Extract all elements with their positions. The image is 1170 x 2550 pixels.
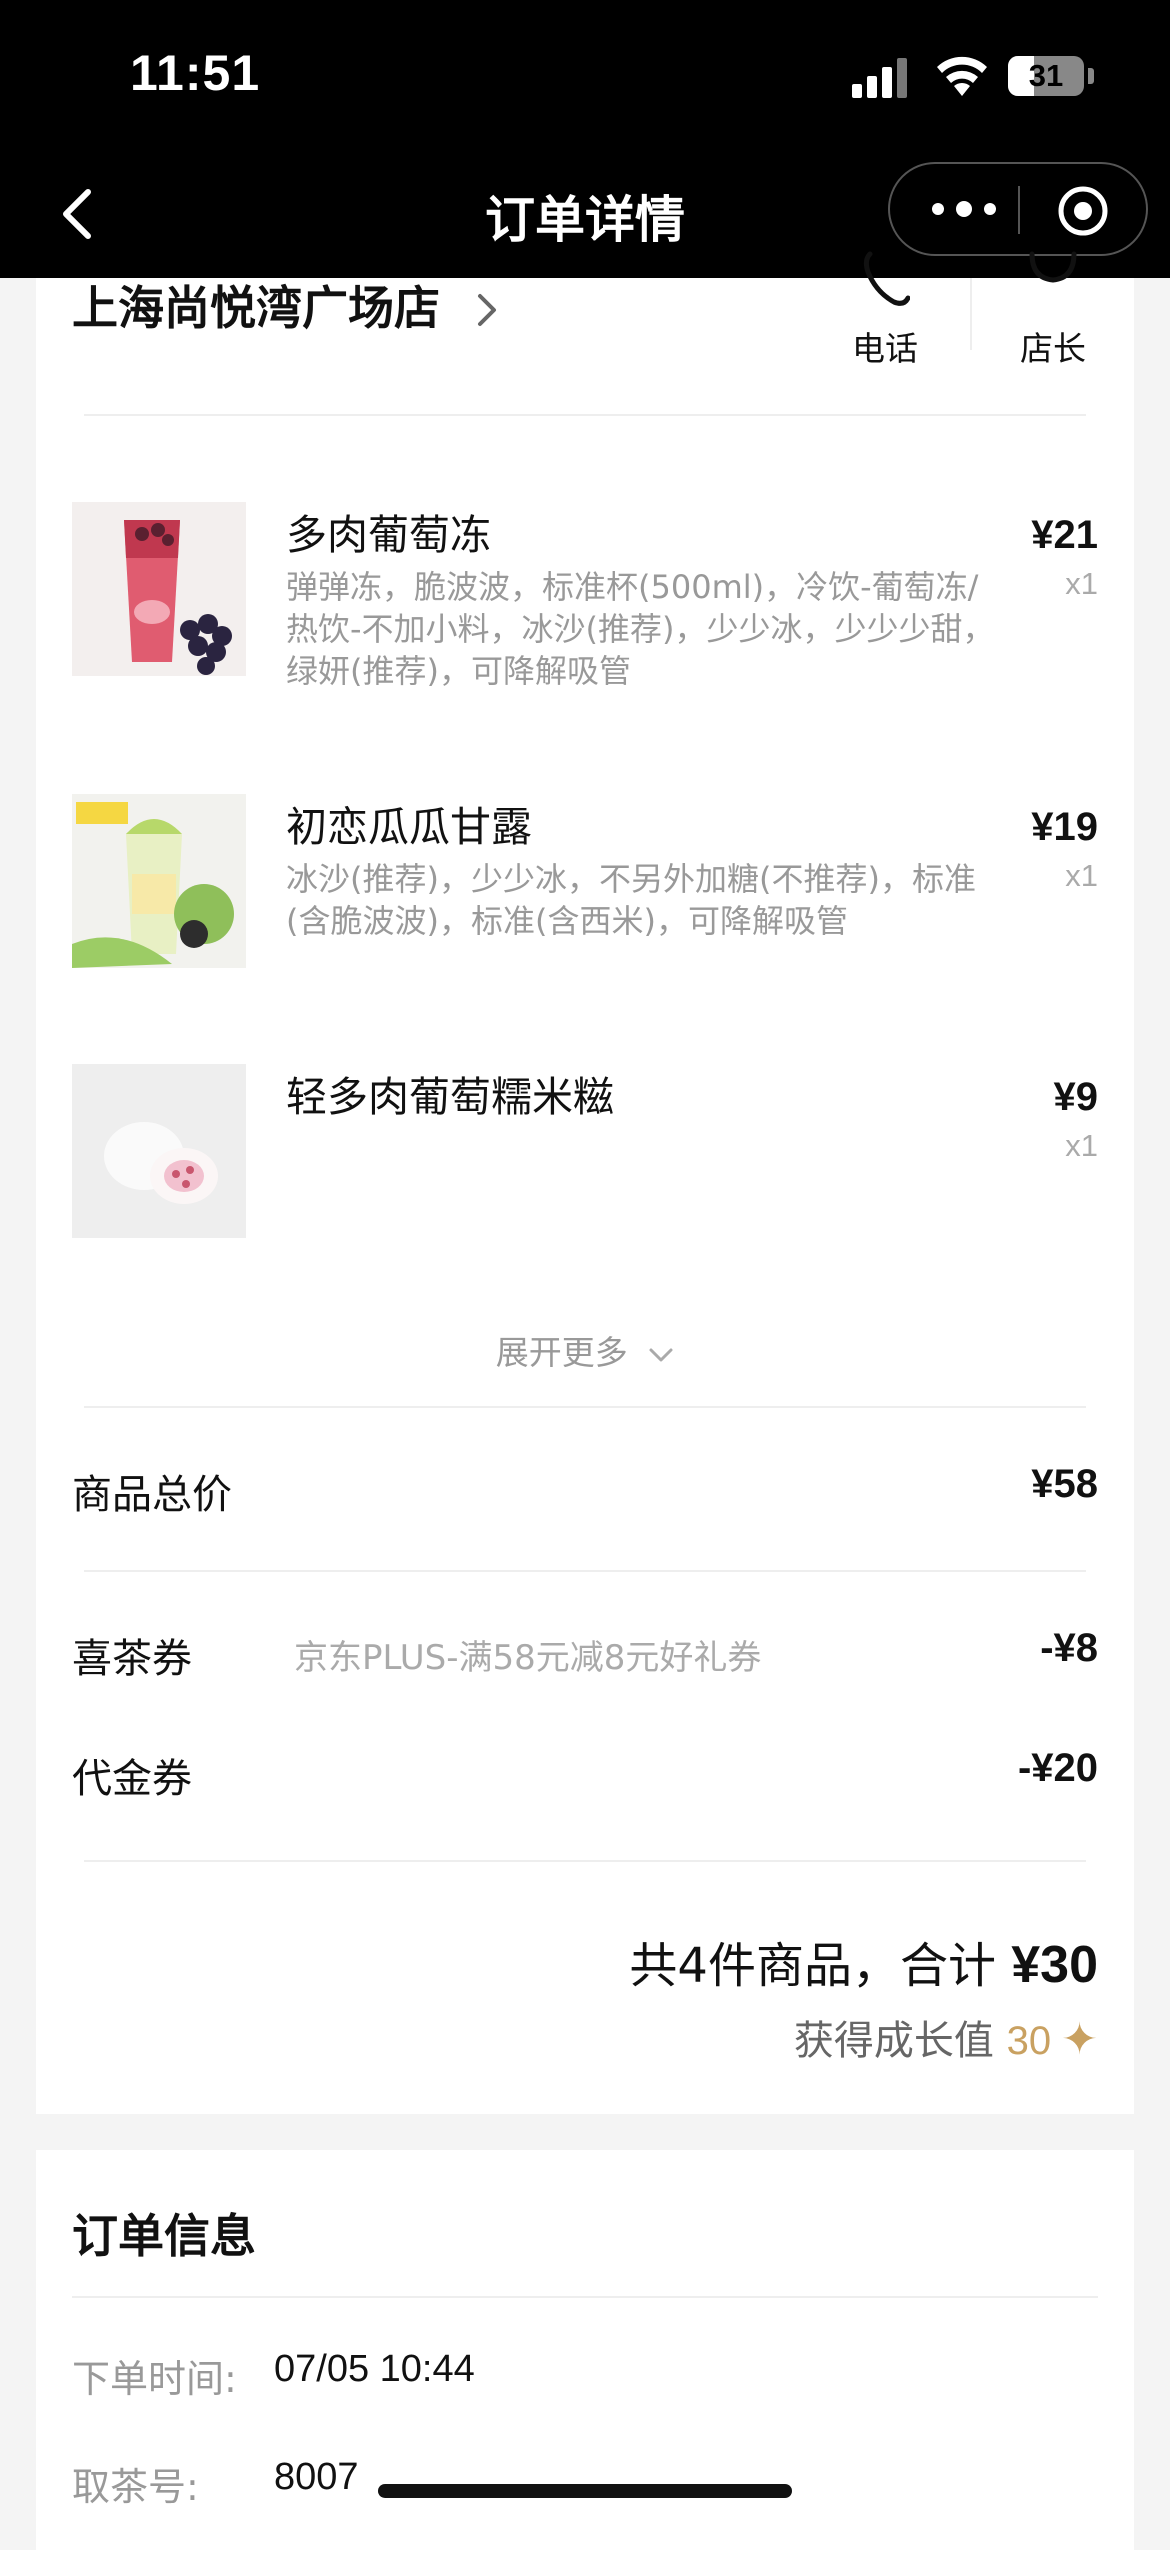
- item-price: ¥21: [1031, 513, 1098, 557]
- total-amount: ¥30: [1011, 1936, 1098, 1994]
- item-name: 多肉葡萄冻: [286, 511, 491, 559]
- growth-value: 30: [1006, 2019, 1052, 2063]
- product-image-melon-dew: [72, 794, 246, 968]
- item-qty: x1: [1065, 566, 1098, 601]
- miniprogram-capsule: [888, 162, 1148, 256]
- item-name: 初恋瓜瓜甘露: [286, 803, 532, 851]
- close-miniprogram-icon[interactable]: [1056, 184, 1110, 238]
- order-total: 共4件商品，合计 ¥30: [629, 1926, 1098, 1996]
- more-icon[interactable]: [924, 194, 1004, 224]
- manager-label: 店长: [1020, 329, 1086, 368]
- growth-label: 获得成长值: [793, 2018, 994, 2064]
- item-desc: 冰沙(推荐)，少少冰，不另外加糖(不推荐)，标准(含脆波波)，标准(含西米)，可…: [286, 860, 976, 940]
- product-image-grape-jelly: [72, 502, 246, 676]
- coupon-desc: 京东PLUS-满58元减8元好礼券: [294, 1638, 762, 1678]
- status-bar: 11:51 31: [0, 0, 1170, 150]
- battery-icon: 31: [1008, 56, 1084, 96]
- product-image-mochi: [72, 1064, 246, 1238]
- expand-more-button[interactable]: 展开更多: [36, 1326, 1134, 1374]
- order-time-value: 07/05 10:44: [274, 2348, 475, 2390]
- item-qty: x1: [1065, 1128, 1098, 1163]
- coupon-value: -¥8: [1040, 1626, 1098, 1670]
- phone-label: 电话: [852, 329, 918, 368]
- coupon-label: 喜茶券: [72, 1636, 192, 1682]
- pickup-number-value: 8007: [274, 2456, 359, 2498]
- item-desc: 弹弹冻，脆波波，标准杯(500ml)，冷饮-葡萄冻/热饮-不加小料，冰沙(推荐)…: [286, 568, 995, 690]
- home-indicator: [378, 2484, 792, 2498]
- chevron-down-icon: [649, 1348, 673, 1361]
- pickup-number-label: 取茶号:: [72, 2465, 199, 2509]
- cellular-signal-icon: [852, 56, 912, 98]
- sparkle-icon: ✦: [1061, 2014, 1098, 2065]
- growth-points: 获得成长值 30 ✦: [794, 2008, 1098, 2066]
- wifi-icon: [937, 56, 987, 96]
- phone-icon: [863, 251, 910, 306]
- voucher-value: -¥20: [1017, 1746, 1098, 1790]
- chat-bubble-icon: [1029, 251, 1077, 283]
- item-name: 轻多肉葡萄糯米糍: [286, 1073, 614, 1121]
- chevron-right-icon[interactable]: [472, 290, 500, 330]
- order-time-label: 下单时间:: [72, 2357, 237, 2401]
- order-card: 上海尚悦湾广场店 电话 店长 多肉葡萄冻 弹弹冻，脆波波，标准杯(500ml)，…: [36, 251, 1134, 2114]
- item-price: ¥9: [1053, 1075, 1099, 1119]
- expand-more-label: 展开更多: [495, 1333, 628, 1372]
- store-name[interactable]: 上海尚悦湾广场店: [72, 278, 440, 338]
- goods-total-label: 商品总价: [72, 1472, 232, 1518]
- item-qty: x1: [1065, 858, 1098, 893]
- navigation-bar: 订单详情: [0, 150, 1170, 278]
- item-price: ¥19: [1031, 805, 1098, 849]
- call-store-button[interactable]: 电话: [830, 251, 940, 368]
- goods-total-value: ¥58: [1031, 1462, 1098, 1506]
- voucher-label: 代金券: [72, 1756, 192, 1802]
- total-prefix: 共4件商品，合计: [629, 1938, 996, 1994]
- order-info-title: 订单信息: [72, 2209, 256, 2263]
- contact-manager-button[interactable]: 店长: [998, 251, 1108, 368]
- battery-level: 31: [1028, 58, 1064, 93]
- status-time: 11:51: [130, 45, 261, 101]
